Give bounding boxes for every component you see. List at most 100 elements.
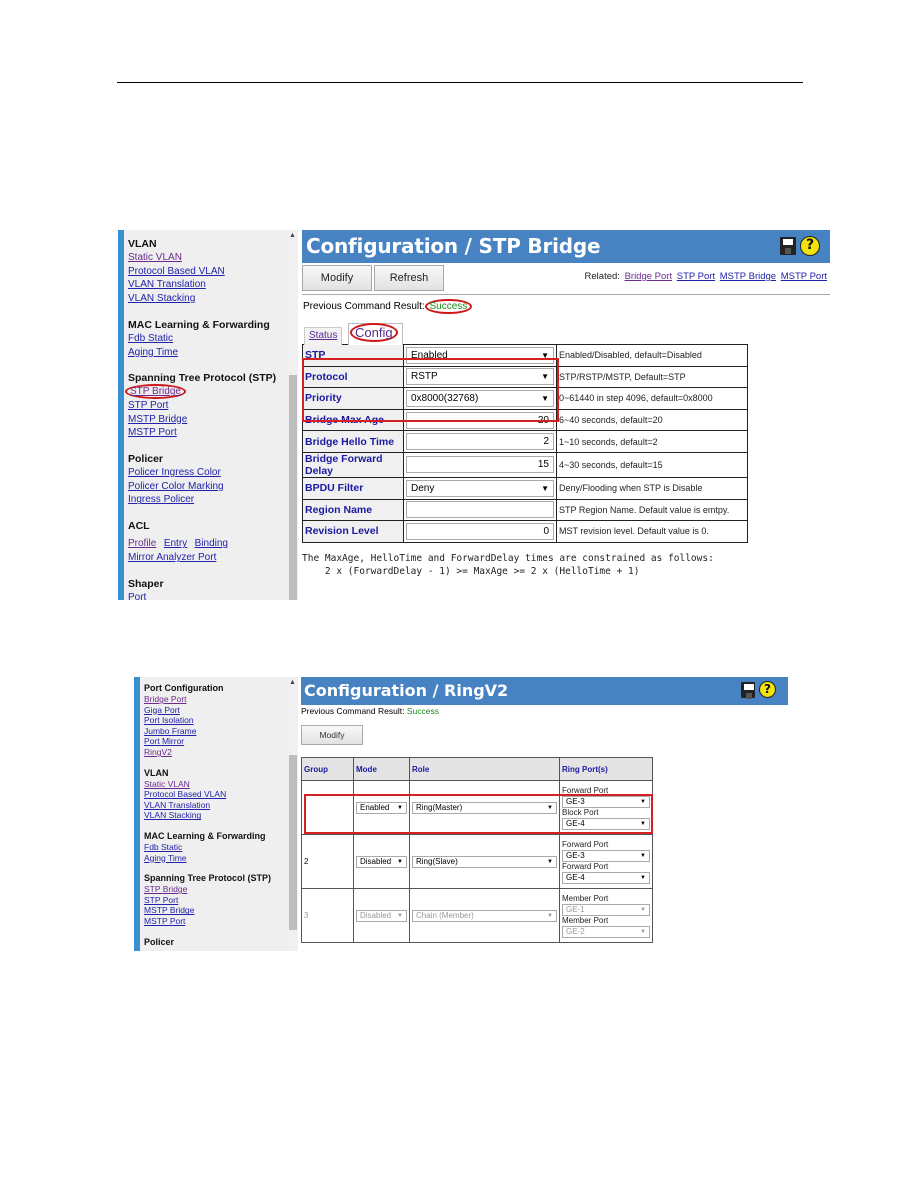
sidebar-link-aging-time[interactable]: Aging Time xyxy=(128,346,288,360)
sidebar-scrollbar[interactable]: ▲ xyxy=(288,677,298,951)
mode-select[interactable]: Disabled ▼ xyxy=(356,855,407,868)
field-value-cell: 15 xyxy=(403,451,557,478)
sidebar-link-static-vlan[interactable]: Static VLAN xyxy=(128,251,288,265)
sidebar-link-policer-color-marking[interactable]: Policer Color Marking xyxy=(128,480,288,494)
sidebar-heading: ACL xyxy=(128,520,150,533)
port-select[interactable]: GE-3 ▼ xyxy=(562,849,650,862)
sidebar-link-stp-bridge[interactable]: STP Bridge xyxy=(125,384,288,400)
related-link-bridge-port[interactable]: Bridge Port xyxy=(625,271,673,282)
sidebar-link-stp-port[interactable]: STP Port xyxy=(144,895,298,906)
bridge-hello-time-input[interactable]: 2 xyxy=(406,433,554,451)
sidebar-link-jumbo-frame[interactable]: Jumbo Frame xyxy=(144,726,298,737)
sidebar-link-port[interactable]: Port xyxy=(128,591,288,600)
page-title-bar: Configuration / RingV2 ? xyxy=(301,677,788,705)
column-header-role: Role xyxy=(409,757,560,781)
sidebar-link-protocol-based-vlan[interactable]: Protocol Based VLAN xyxy=(144,789,298,800)
field-value-cell: 0 xyxy=(403,520,557,543)
sidebar-group-mac-learning: MAC Learning & Forwarding Fdb Static Agi… xyxy=(128,319,288,359)
field-value-cell: Deny ▼ xyxy=(403,476,557,500)
role-select[interactable]: Ring(Slave) ▼ xyxy=(412,855,557,868)
sidebar-link-port-mirror[interactable]: Port Mirror xyxy=(144,736,298,747)
sidebar-link-static-vlan[interactable]: Static VLAN xyxy=(144,779,298,790)
modify-button[interactable]: Modify xyxy=(301,725,363,745)
sidebar-link-fdb-static[interactable]: Fdb Static xyxy=(144,842,298,853)
result-status: Success xyxy=(424,299,473,314)
port-select: GE-2 ▼ xyxy=(562,925,650,938)
modify-button[interactable]: Modify xyxy=(302,265,372,291)
sidebar-link-entry[interactable]: Entry xyxy=(164,538,187,549)
sidebar-link-aging-time[interactable]: Aging Time xyxy=(144,853,298,864)
select-value: GE-4 xyxy=(566,872,585,882)
mode-select[interactable]: Enabled ▼ xyxy=(356,801,407,814)
sidebar-link-bridge-port[interactable]: Bridge Port xyxy=(144,694,298,705)
port-select: GE-1 ▼ xyxy=(562,903,650,916)
sidebar-group-shaper: Shaper Port xyxy=(128,578,288,600)
related-link-mstp-bridge[interactable]: MSTP Bridge xyxy=(720,271,776,282)
sidebar-link-vlan-stacking[interactable]: VLAN Stacking xyxy=(144,810,298,821)
sidebar-link-mstp-bridge[interactable]: MSTP Bridge xyxy=(144,905,298,916)
sidebar-link-fdb-static[interactable]: Fdb Static xyxy=(128,332,288,346)
sidebar-link-mstp-bridge[interactable]: MSTP Bridge xyxy=(128,413,288,427)
sidebar-link-vlan-stacking[interactable]: VLAN Stacking xyxy=(128,292,288,306)
port-label: Forward Port xyxy=(562,861,609,871)
port-select[interactable]: GE-4 ▼ xyxy=(562,871,650,884)
sidebar-link-giga-port[interactable]: Giga Port xyxy=(144,705,298,716)
toolbar: Modify Refresh Related: Bridge Port STP … xyxy=(302,265,830,295)
sidebar-link-ingress-policer[interactable]: Ingress Policer xyxy=(128,493,288,507)
sidebar-link-binding[interactable]: Binding xyxy=(195,538,228,549)
bridge-forward-delay-input[interactable]: 15 xyxy=(406,456,554,474)
protocol-select[interactable]: RSTP ▼ xyxy=(406,368,554,386)
save-icon[interactable] xyxy=(780,237,796,255)
sidebar-link-mstp-port[interactable]: MSTP Port xyxy=(128,426,288,440)
tab-config[interactable]: Config xyxy=(348,323,403,345)
sidebar-link-ringv2[interactable]: RingV2 xyxy=(144,747,298,758)
scrollbar-thumb[interactable] xyxy=(289,375,297,600)
sidebar-link-mstp-port[interactable]: MSTP Port xyxy=(144,916,298,927)
port-select[interactable]: GE-4 ▼ xyxy=(562,817,650,830)
bridge-max-age-input[interactable]: 20 xyxy=(406,411,554,429)
sidebar-scrollbar[interactable]: ▲ xyxy=(288,230,298,600)
field-label: Bridge Hello Time xyxy=(302,430,404,453)
select-value: Disabled xyxy=(360,910,392,920)
sidebar-link-protocol-based-vlan[interactable]: Protocol Based VLAN xyxy=(128,265,288,279)
constraint-formula: 2 x (ForwardDelay - 1) >= MaxAge >= 2 x … xyxy=(302,565,640,577)
sidebar-link-mirror-analyzer-port[interactable]: Mirror Analyzer Port xyxy=(128,551,288,565)
scroll-up-arrow-icon[interactable]: ▲ xyxy=(289,679,296,686)
select-value: RSTP xyxy=(411,371,438,383)
sidebar-link-vlan-translation[interactable]: VLAN Translation xyxy=(144,800,298,811)
tab-status[interactable]: Status xyxy=(304,327,343,345)
column-header-group: Group xyxy=(301,757,354,781)
select-value: Chain (Member) xyxy=(416,910,474,920)
sidebar-link-vlan-translation[interactable]: VLAN Translation xyxy=(128,278,288,292)
sidebar-link-port-isolation[interactable]: Port Isolation xyxy=(144,715,298,726)
related-link-stp-port[interactable]: STP Port xyxy=(677,271,715,282)
mode-cell: Disabled ▼ xyxy=(353,834,410,889)
bpdu-filter-select[interactable]: Deny ▼ xyxy=(406,479,554,497)
sidebar-group-mac-learning-forwarding: MAC Learning & Forwarding Fdb Static Aging… xyxy=(144,831,298,863)
help-icon[interactable]: ? xyxy=(800,236,820,256)
sidebar-link-stp-bridge[interactable]: STP Bridge xyxy=(144,884,298,895)
priority-select[interactable]: 0x8000(32768) ▼ xyxy=(406,389,554,407)
port-select[interactable]: GE-3 ▼ xyxy=(562,795,650,808)
ringv2-table: Group Mode Role Ring Port(s) Enabled ▼ Ring(M… xyxy=(301,757,653,943)
refresh-button[interactable]: Refresh xyxy=(374,265,444,291)
related-link-mstp-port[interactable]: MSTP Port xyxy=(781,271,827,282)
revision-level-input[interactable]: 0 xyxy=(406,522,554,540)
role-cell: Ring(Slave) ▼ xyxy=(409,834,560,889)
scroll-up-arrow-icon[interactable]: ▲ xyxy=(289,232,296,239)
field-label: Bridge Forward Delay xyxy=(302,451,404,478)
save-icon[interactable] xyxy=(741,681,755,699)
role-select[interactable]: Ring(Master) ▼ xyxy=(412,801,557,814)
scrollbar-thumb[interactable] xyxy=(289,755,297,930)
region-name-input[interactable] xyxy=(406,501,554,519)
sidebar-link-policer-ingress-color[interactable]: Policer Ingress Color xyxy=(128,466,288,480)
select-value: GE-3 xyxy=(566,796,585,806)
stp-select[interactable]: Enabled ▼ xyxy=(406,346,554,364)
ring-ports-cell: Forward Port GE-3 ▼ Forward Port GE-4 ▼ xyxy=(559,834,653,889)
sidebar-link-profile[interactable]: Profile xyxy=(128,538,156,549)
result-label: Previous Command Result: xyxy=(301,706,405,716)
sidebar-link-stp-port[interactable]: STP Port xyxy=(128,399,288,413)
sidebar-group-vlan: VLAN Static VLAN Protocol Based VLAN VLAN T… xyxy=(144,768,298,821)
help-icon[interactable]: ? xyxy=(759,681,776,698)
dropdown-arrow-icon: ▼ xyxy=(541,393,549,403)
